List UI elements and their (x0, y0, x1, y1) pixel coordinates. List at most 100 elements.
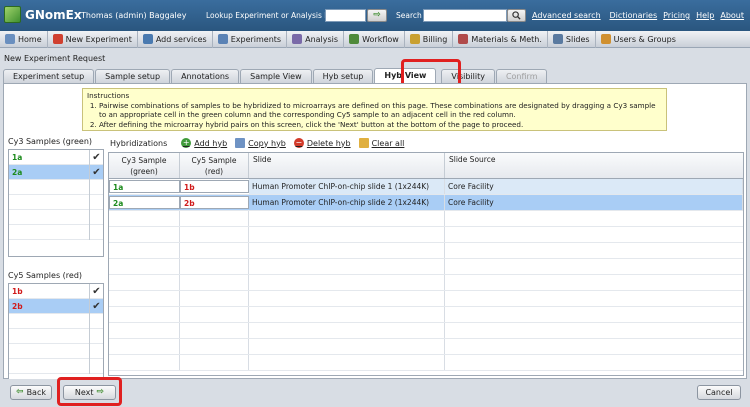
empty-cell (109, 275, 180, 290)
cancel-button[interactable]: Cancel (697, 385, 741, 400)
about-link[interactable]: About (720, 11, 744, 20)
list-item (9, 209, 103, 225)
delete-icon: − (293, 138, 304, 148)
check-icon: ✔ (89, 298, 103, 314)
nav-billing[interactable]: Billing (405, 30, 454, 48)
list-item[interactable]: 1a ✔ (9, 149, 103, 165)
tab-hyb-setup[interactable]: Hyb setup (312, 69, 374, 83)
add-hyb-button[interactable]: + Add hyb (181, 138, 227, 148)
tab-experiment-setup[interactable]: Experiment setup (3, 69, 95, 83)
nav-label: Users & Groups (613, 34, 676, 44)
experiments-icon (217, 34, 228, 44)
add-icon: + (181, 138, 192, 148)
wizard-tabs: Experiment setup Sample setup Annotation… (3, 68, 548, 83)
sample-id: 1a (12, 152, 23, 162)
dictionaries-link[interactable]: Dictionaries (610, 11, 658, 20)
list-item (9, 224, 103, 240)
nav-materials[interactable]: Materials & Meth. (453, 30, 548, 48)
search-icon (512, 11, 521, 20)
table-row (109, 307, 743, 323)
instructions-title: Instructions (87, 91, 130, 100)
empty-cell (89, 209, 103, 225)
empty-cell (249, 243, 445, 258)
table-row (109, 323, 743, 339)
empty-cell (249, 307, 445, 322)
cy5-samples-label: Cy5 Samples (red) (8, 271, 83, 280)
cy3-cell[interactable]: 2a (109, 196, 180, 209)
top-links: Dictionaries Pricing Help About (610, 11, 744, 20)
cy5-cell[interactable]: 2b (180, 196, 249, 209)
cy5-cell[interactable]: 1b (180, 180, 249, 193)
empty-cell (109, 227, 180, 242)
pricing-link[interactable]: Pricing (663, 11, 690, 20)
table-row (109, 227, 743, 243)
empty-cell (180, 243, 249, 258)
table-row (109, 243, 743, 259)
clear-all-button[interactable]: Clear all (358, 138, 404, 148)
empty-cell (249, 339, 445, 354)
cy3-cell[interactable]: 1a (109, 180, 180, 193)
add-hyb-label: Add hyb (194, 138, 228, 148)
col-cy5-sample[interactable]: Cy5 Sample (red) (180, 153, 249, 178)
nav-users-groups[interactable]: Users & Groups (596, 31, 681, 48)
nav-workflow[interactable]: Workflow (344, 30, 405, 48)
slide-cell[interactable]: Human Promoter ChIP-on-chip slide 2 (1x2… (249, 195, 445, 210)
empty-cell (249, 227, 445, 242)
tab-sample-view[interactable]: Sample View (240, 69, 312, 83)
tab-annotations[interactable]: Annotations (171, 69, 240, 83)
table-row[interactable]: 2a 2b Human Promoter ChIP-on-chip slide … (109, 195, 743, 211)
advanced-search-link[interactable]: Advanced search (532, 11, 601, 20)
nav-slides[interactable]: Slides (548, 30, 596, 48)
empty-cell (180, 355, 249, 370)
list-item (9, 313, 103, 329)
col-cy3-sample[interactable]: Cy3 Sample (green) (109, 153, 180, 178)
nav-label: Billing (422, 34, 448, 44)
next-button-highlight (57, 377, 122, 406)
col-slide-source[interactable]: Slide Source (445, 153, 743, 178)
nav-analysis[interactable]: Analysis (287, 30, 345, 48)
list-item[interactable]: 1b ✔ (9, 283, 103, 299)
list-item (9, 343, 103, 359)
list-item[interactable]: 2b ✔ (9, 298, 103, 314)
nav-add-services[interactable]: Add services (138, 30, 213, 48)
table-row (109, 339, 743, 355)
empty-cell (89, 328, 103, 344)
list-item[interactable]: 2a ✔ (9, 164, 103, 180)
col-slide[interactable]: Slide (249, 153, 445, 178)
nav-label: Add services (155, 34, 207, 44)
nav-label: Materials & Meth. (471, 34, 542, 44)
delete-hyb-button[interactable]: − Delete hyb (293, 138, 351, 148)
empty-cell (249, 211, 445, 226)
lookup-go-button[interactable]: ⇨ (367, 9, 387, 22)
tab-sample-setup[interactable]: Sample setup (95, 69, 171, 83)
empty-cell (89, 343, 103, 359)
nav-new-experiment[interactable]: New Experiment (48, 30, 138, 48)
empty-cell (109, 243, 180, 258)
empty-cell (109, 307, 180, 322)
cy5-samples-list: 1b ✔ 2b ✔ (8, 283, 104, 391)
list-item (9, 194, 103, 210)
brand: GNomEx (4, 6, 82, 23)
table-row (109, 355, 743, 371)
nav-experiments[interactable]: Experiments (213, 30, 288, 48)
instructions-box: Instructions Pairwise combinations of sa… (82, 88, 667, 131)
billing-icon (409, 34, 420, 44)
nav-home[interactable]: Home (0, 30, 48, 48)
search-input[interactable] (423, 9, 507, 22)
slide-cell[interactable]: Human Promoter ChIP-on-chip slide 1 (1x2… (249, 179, 445, 194)
tab-confirm[interactable]: Confirm (495, 69, 548, 83)
sample-id: 2b (12, 301, 23, 311)
back-button[interactable]: ⇦ Back (10, 385, 52, 400)
search-button[interactable] (507, 9, 526, 22)
empty-cell (249, 259, 445, 274)
nav-label: Analysis (305, 34, 339, 44)
copy-hyb-label: Copy hyb (248, 138, 286, 148)
delete-hyb-label: Delete hyb (306, 138, 351, 148)
help-link[interactable]: Help (696, 11, 714, 20)
copy-hyb-button[interactable]: Copy hyb (235, 138, 286, 148)
empty-cell (109, 211, 180, 226)
table-row[interactable]: 1a 1b Human Promoter ChIP-on-chip slide … (109, 179, 743, 195)
sample-id: 2a (12, 167, 23, 177)
nav-label: Workflow (362, 34, 399, 44)
lookup-input[interactable] (325, 9, 366, 22)
